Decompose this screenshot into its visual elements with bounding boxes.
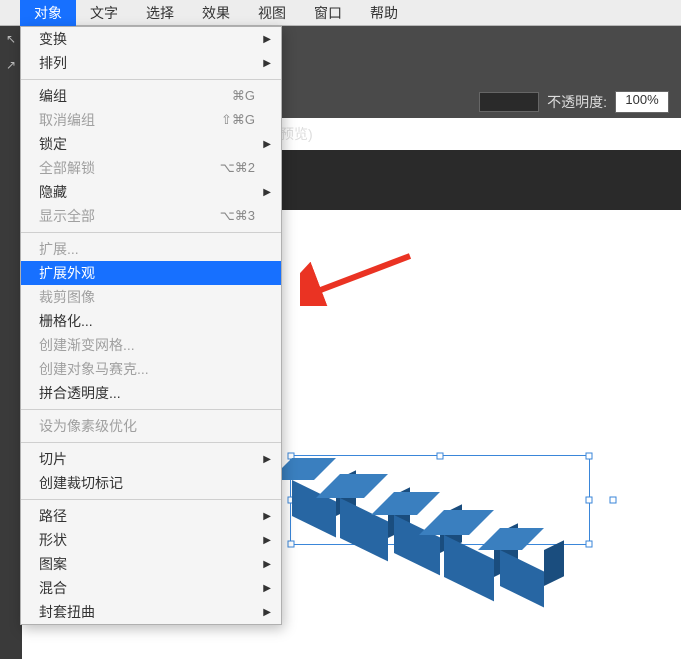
menu-item-label: 扩展外观 (39, 263, 95, 283)
chevron-right-icon: ▶ (263, 535, 271, 546)
chevron-right-icon: ▶ (263, 511, 271, 522)
menu-item-label: 设为像素级优化 (39, 416, 137, 436)
menubar-item-6[interactable]: 帮助 (356, 0, 412, 27)
menubar-item-0[interactable]: 对象 (20, 0, 76, 27)
menu-item-label: 变换 (39, 29, 67, 49)
menu-item-label: 图案 (39, 554, 67, 574)
menu-item-label: 取消编组 (39, 110, 95, 130)
menu-shortcut: ⌥⌘3 (220, 208, 255, 224)
menu-item[interactable]: 切片 ▶ (21, 447, 281, 471)
menu-item[interactable]: 形状 ▶ (21, 528, 281, 552)
menubar: 对象文字选择效果视图窗口帮助 (0, 0, 681, 26)
menu-item[interactable]: 封套扭曲 ▶ (21, 600, 281, 624)
menu-separator (21, 232, 281, 233)
menu-item[interactable]: 图案 ▶ (21, 552, 281, 576)
menu-item: 扩展... (21, 237, 281, 261)
menu-shortcut: ⌥⌘2 (220, 160, 255, 176)
menu-item-label: 切片 (39, 449, 67, 469)
menubar-item-4[interactable]: 视图 (244, 0, 300, 27)
menu-separator (21, 442, 281, 443)
chevron-right-icon: ▶ (263, 34, 271, 45)
menu-item-label: 路径 (39, 506, 67, 526)
left-toolbox: ↖ ↗ (0, 26, 22, 659)
chevron-right-icon: ▶ (263, 187, 271, 198)
menu-item-label: 锁定 (39, 134, 67, 154)
preview-tab-label: 预览) (280, 118, 313, 150)
menubar-item-5[interactable]: 窗口 (300, 0, 356, 27)
annotation-arrow (300, 246, 420, 306)
menu-item-label: 扩展... (39, 239, 79, 259)
menu-separator (21, 409, 281, 410)
menu-item: 创建渐变网格... (21, 333, 281, 357)
menu-item-label: 编组 (39, 86, 67, 106)
menu-item-label: 栅格化... (39, 311, 93, 331)
menu-item[interactable]: 变换 ▶ (21, 27, 281, 51)
tool-icon[interactable]: ↗ (0, 52, 22, 78)
menu-item: 创建对象马赛克... (21, 357, 281, 381)
menu-item: 裁剪图像 (21, 285, 281, 309)
style-dropdown[interactable] (479, 92, 539, 112)
menu-item-label: 排列 (39, 53, 67, 73)
menu-item: 取消编组 ⇧⌘G (21, 108, 281, 132)
menu-shortcut: ⌘G (232, 88, 255, 104)
menu-separator (21, 499, 281, 500)
menu-separator (21, 79, 281, 80)
menu-item-label: 创建对象马赛克... (39, 359, 149, 379)
menu-item: 全部解锁 ⌥⌘2 (21, 156, 281, 180)
menu-item[interactable]: 创建裁切标记 (21, 471, 281, 495)
menu-item-label: 拼合透明度... (39, 383, 121, 403)
menu-item-label: 封套扭曲 (39, 602, 95, 622)
object-menu-dropdown: 变换 ▶ 排列 ▶ 编组 ⌘G 取消编组 ⇧⌘G 锁定 ▶ 全部解锁 ⌥⌘2 隐藏 ▶ 显示全部 ⌥⌘3 扩展.… (20, 26, 282, 625)
menu-item[interactable]: 排列 ▶ (21, 51, 281, 75)
menu-item[interactable]: 混合 ▶ (21, 576, 281, 600)
opacity-field[interactable]: 100% (615, 91, 669, 113)
menu-item-label: 全部解锁 (39, 158, 95, 178)
chevron-right-icon: ▶ (263, 454, 271, 465)
menu-item-label: 裁剪图像 (39, 287, 95, 307)
menu-item[interactable]: 隐藏 ▶ (21, 180, 281, 204)
menu-item: 设为像素级优化 (21, 414, 281, 438)
menubar-item-2[interactable]: 选择 (132, 0, 188, 27)
menu-item[interactable]: 扩展外观 (21, 261, 281, 285)
menu-item-label: 创建渐变网格... (39, 335, 135, 355)
chevron-right-icon: ▶ (263, 58, 271, 69)
menu-item[interactable]: 路径 ▶ (21, 504, 281, 528)
menu-item-label: 混合 (39, 578, 67, 598)
menubar-item-1[interactable]: 文字 (76, 0, 132, 27)
menu-item-label: 显示全部 (39, 206, 95, 226)
tool-icon[interactable]: ↖ (0, 26, 22, 52)
chevron-right-icon: ▶ (263, 139, 271, 150)
menu-item[interactable]: 拼合透明度... (21, 381, 281, 405)
menu-item[interactable]: 栅格化... (21, 309, 281, 333)
menu-item: 显示全部 ⌥⌘3 (21, 204, 281, 228)
chevron-right-icon: ▶ (263, 607, 271, 618)
menubar-item-3[interactable]: 效果 (188, 0, 244, 27)
chevron-right-icon: ▶ (263, 559, 271, 570)
menu-item[interactable]: 锁定 ▶ (21, 132, 281, 156)
menu-item-label: 创建裁切标记 (39, 473, 123, 493)
chevron-right-icon: ▶ (263, 583, 271, 594)
menu-item-label: 隐藏 (39, 182, 67, 202)
menu-item-label: 形状 (39, 530, 67, 550)
menu-shortcut: ⇧⌘G (221, 112, 255, 128)
menu-item[interactable]: 编组 ⌘G (21, 84, 281, 108)
opacity-label: 不透明度: (547, 92, 607, 112)
